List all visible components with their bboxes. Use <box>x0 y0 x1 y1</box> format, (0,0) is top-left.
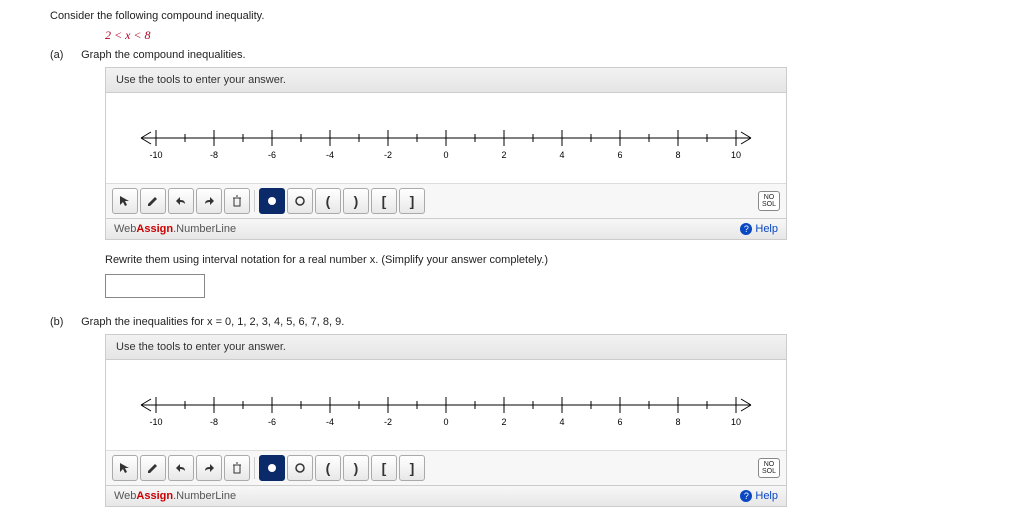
svg-text:-2: -2 <box>384 417 392 427</box>
svg-text:8: 8 <box>675 150 680 160</box>
delete-tool[interactable] <box>224 188 250 214</box>
widget-instruction-b: Use the tools to enter your answer. <box>106 335 786 360</box>
interval-notation-input[interactable] <box>105 274 205 298</box>
part-b-prompt: Graph the inequalities for x = 0, 1, 2, … <box>81 316 344 328</box>
numberline-svg-a: -10 -8 -6 -4 -2 0 2 4 6 8 10 <box>106 93 786 183</box>
toolbar-separator <box>254 457 255 479</box>
part-a-label: (a) Graph the compound inequalities. <box>50 49 974 61</box>
svg-text:2: 2 <box>501 150 506 160</box>
open-interval-left-tool[interactable]: ( <box>315 188 341 214</box>
part-b-label: (b) Graph the inequalities for x = 0, 1,… <box>50 316 974 328</box>
numberline-widget-b: Use the tools to enter your answer. -10-… <box>105 334 787 507</box>
svg-text:-8: -8 <box>210 150 218 160</box>
redo-tool[interactable] <box>196 188 222 214</box>
pencil-tool[interactable] <box>140 455 166 481</box>
svg-text:2: 2 <box>501 417 506 427</box>
svg-text:10: 10 <box>731 417 741 427</box>
svg-text:-6: -6 <box>268 417 276 427</box>
numberline-svg-b: -10 -8 -6 -4 -2 0 2 4 6 8 10 <box>106 360 786 450</box>
svg-text:-8: -8 <box>210 417 218 427</box>
widget-footer-b: WebAssign.NumberLine Help <box>106 485 786 506</box>
intro-text: Consider the following compound inequali… <box>50 10 974 22</box>
help-link[interactable]: Help <box>740 490 778 502</box>
svg-text:4: 4 <box>559 150 564 160</box>
numberline-widget-a: Use the tools to enter your answer. -10-… <box>105 67 787 240</box>
open-interval-right-tool[interactable]: ) <box>343 455 369 481</box>
rewrite-prompt: Rewrite them using interval notation for… <box>105 254 974 266</box>
pointer-tool[interactable] <box>112 455 138 481</box>
closed-point-tool[interactable] <box>259 455 285 481</box>
pointer-tool[interactable] <box>112 188 138 214</box>
no-solution-button[interactable]: NO SOL <box>758 191 780 211</box>
brand-label: WebAssign.NumberLine <box>114 490 236 502</box>
svg-text:-4: -4 <box>326 417 334 427</box>
svg-text:0: 0 <box>443 417 448 427</box>
widget-footer-a: WebAssign.NumberLine Help <box>106 218 786 239</box>
open-point-tool[interactable] <box>287 188 313 214</box>
svg-text:8: 8 <box>675 417 680 427</box>
closed-interval-right-tool[interactable]: ] <box>399 455 425 481</box>
numberline-canvas-b[interactable]: -10 -8 -6 -4 -2 0 2 4 6 8 10 <box>106 360 786 450</box>
svg-text:-4: -4 <box>326 150 334 160</box>
closed-point-tool[interactable] <box>259 188 285 214</box>
numberline-canvas-a[interactable]: -10 -8 -6 -4 -2 0 2 4 6 8 10 <box>106 93 786 183</box>
no-solution-button[interactable]: NO SOL <box>758 458 780 478</box>
brand-label: WebAssign.NumberLine <box>114 223 236 235</box>
open-point-tool[interactable] <box>287 455 313 481</box>
toolbar-b: ( ) [ ] NO SOL <box>106 450 786 485</box>
svg-text:6: 6 <box>617 150 622 160</box>
part-a-prompt: Graph the compound inequalities. <box>81 49 246 61</box>
redo-tool[interactable] <box>196 455 222 481</box>
svg-text:-2: -2 <box>384 150 392 160</box>
help-link[interactable]: Help <box>740 223 778 235</box>
undo-tool[interactable] <box>168 455 194 481</box>
inequality-expression: 2 < x < 8 <box>105 28 974 43</box>
toolbar-separator <box>254 190 255 212</box>
open-interval-left-tool[interactable]: ( <box>315 455 341 481</box>
part-b-tag: (b) <box>50 316 78 328</box>
widget-instruction-a: Use the tools to enter your answer. <box>106 68 786 93</box>
open-interval-right-tool[interactable]: ) <box>343 188 369 214</box>
svg-text:-10: -10 <box>149 150 162 160</box>
svg-text:0: 0 <box>443 150 448 160</box>
closed-interval-right-tool[interactable]: ] <box>399 188 425 214</box>
toolbar-a: ( ) [ ] NO SOL <box>106 183 786 218</box>
closed-interval-left-tool[interactable]: [ <box>371 188 397 214</box>
svg-text:6: 6 <box>617 417 622 427</box>
svg-text:-10: -10 <box>149 417 162 427</box>
part-a-tag: (a) <box>50 49 78 61</box>
svg-text:10: 10 <box>731 150 741 160</box>
closed-interval-left-tool[interactable]: [ <box>371 455 397 481</box>
undo-tool[interactable] <box>168 188 194 214</box>
svg-text:-6: -6 <box>268 150 276 160</box>
svg-text:4: 4 <box>559 417 564 427</box>
pencil-tool[interactable] <box>140 188 166 214</box>
delete-tool[interactable] <box>224 455 250 481</box>
